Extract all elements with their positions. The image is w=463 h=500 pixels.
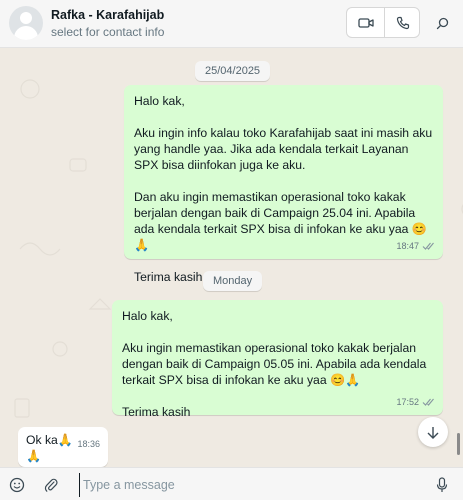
composer — [0, 467, 463, 500]
attach-icon — [44, 478, 58, 492]
arrow-down-icon — [427, 426, 439, 439]
scrollbar-thumb[interactable] — [457, 433, 460, 455]
message-meta: 18:47 — [396, 238, 435, 254]
scroll-to-bottom-button[interactable] — [418, 417, 448, 447]
call-button-group — [346, 7, 420, 38]
message-time: 18:36 — [77, 439, 100, 449]
search-button[interactable] — [430, 10, 454, 36]
search-icon — [436, 17, 448, 29]
phone-call-icon — [396, 16, 410, 29]
message-meta: 18:36 — [77, 436, 100, 452]
mic-icon — [436, 477, 448, 492]
read-ticks-icon — [422, 398, 434, 406]
date-separator: Monday — [203, 271, 263, 291]
contact-name[interactable]: Rafka - Karafahijab — [51, 8, 164, 22]
contact-info-hint[interactable]: select for contact info — [51, 25, 164, 39]
emoji-button[interactable] — [6, 474, 28, 496]
read-ticks-icon — [422, 242, 434, 250]
message-time: 18:47 — [396, 241, 419, 251]
message-input[interactable] — [79, 473, 419, 497]
video-call-icon — [357, 17, 374, 28]
video-call-button[interactable] — [347, 8, 384, 37]
message-text: Halo kak, Aku ingin memastikan operasion… — [122, 309, 427, 419]
chat-header: Rafka - Karafahijab select for contact i… — [0, 0, 463, 48]
phone-call-button[interactable] — [385, 8, 421, 37]
message-list[interactable]: 25/04/2025 Halo kak, Aku ingin info kala… — [0, 49, 463, 467]
emoji-icon — [9, 477, 25, 493]
attach-button[interactable] — [40, 474, 62, 496]
avatar-body-shape — [14, 26, 38, 40]
message-text: Halo kak, Aku ingin info kalau toko Kara… — [134, 94, 433, 284]
avatar-head-shape — [20, 12, 32, 24]
message-time: 17:52 — [396, 397, 419, 407]
voice-message-button[interactable] — [432, 474, 452, 496]
incoming-message[interactable]: Ok ka🙏 🙏 18:36 — [18, 427, 108, 467]
outgoing-message[interactable]: Halo kak, Aku ingin info kalau toko Kara… — [124, 85, 443, 284]
outgoing-message[interactable]: Halo kak, Aku ingin memastikan operasion… — [112, 300, 443, 419]
avatar[interactable] — [9, 6, 43, 40]
message-meta: 17:52 — [396, 394, 435, 410]
date-separator: 25/04/2025 — [195, 61, 271, 81]
